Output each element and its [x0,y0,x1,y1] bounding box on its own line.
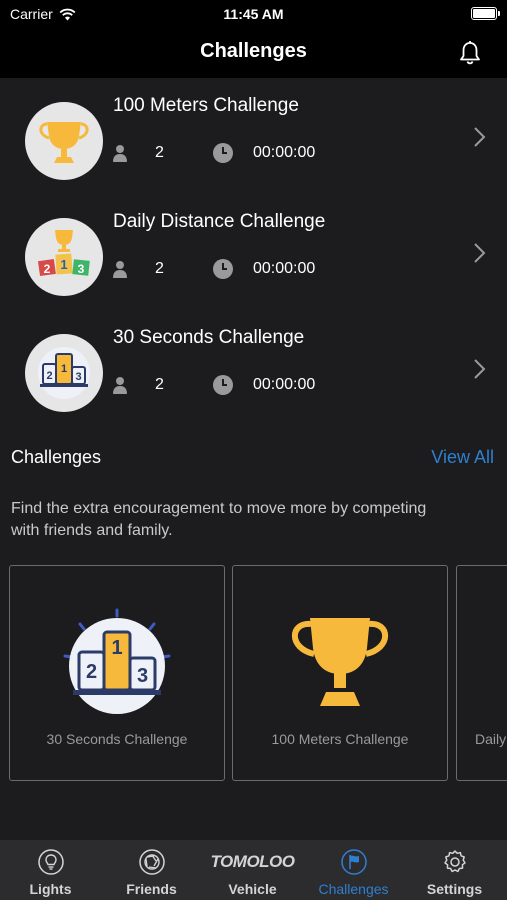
svg-text:3: 3 [75,371,81,383]
tab-bar: Lights Friends TOMOLOO Vehicle Challenge… [0,840,507,900]
challenge-meta: 2 00:00:00 [111,142,371,164]
challenge-time: 00:00:00 [253,376,316,393]
trophy-icon [233,608,447,718]
aperture-icon [138,849,165,875]
participant-count: 2 [155,376,164,393]
podium-blocks-icon: 1 2 3 [25,218,103,296]
svg-text:3: 3 [78,262,85,276]
challenge-meta: 2 00:00:00 [111,258,371,280]
tab-vehicle[interactable]: TOMOLOO Vehicle [202,840,303,900]
tab-label: Challenges [318,881,389,897]
tab-label: Settings [426,881,483,897]
page-title: Challenges [200,40,307,62]
bulb-icon [37,849,64,875]
challenge-meta: 2 00:00:00 [111,374,371,396]
chevron-right-icon [474,359,486,379]
flag-icon [340,849,367,875]
challenge-title: Daily Distance Challenge [113,211,326,232]
view-all-link[interactable]: View All [431,447,494,468]
challenge-row-daily-distance[interactable]: 1 2 3 Daily Distance Challenge 2 00:00:0… [0,194,507,310]
clock-icon [213,143,233,163]
clock-icon [213,375,233,395]
brand-logo: TOMOLOO [210,852,295,871]
svg-text:2: 2 [44,262,51,276]
challenge-row-100-meters[interactable]: 100 Meters Challenge 2 00:00:00 [0,78,507,194]
clock: 11:45 AM [223,6,284,22]
challenge-card-30-seconds[interactable]: 1 2 3 30 Seconds Challenge [9,565,225,781]
card-label: Daily [475,731,507,747]
card-label: 100 Meters Challenge [271,731,409,747]
battery-icon [471,7,500,20]
svg-text:3: 3 [137,665,148,687]
tab-lights[interactable]: Lights [0,840,101,900]
tab-label: Vehicle [228,881,277,897]
user-icon [113,145,127,162]
bell-icon[interactable] [457,40,483,66]
challenge-time: 00:00:00 [253,260,316,277]
section-description: Find the extra encouragement to move mor… [11,500,427,539]
challenge-card-daily[interactable]: Daily [456,565,507,781]
challenge-title: 30 Seconds Challenge [113,327,305,348]
section-heading: Challenges [11,447,102,467]
trophy-icon [25,102,103,180]
tab-label: Lights [29,881,72,897]
svg-text:2: 2 [86,661,97,683]
tab-challenges[interactable]: Challenges [303,840,404,900]
tab-settings[interactable]: Settings [404,840,505,900]
challenge-time: 00:00:00 [253,144,316,161]
podium-icon: 1 2 3 [10,608,224,718]
svg-text:1: 1 [61,363,67,375]
main-content: 100 Meters Challenge 2 00:00:00 1 2 3 Da… [0,78,507,840]
clock-icon [213,259,233,279]
status-bar: Carrier 11:45 AM [0,0,507,28]
user-icon [113,261,127,278]
participant-count: 2 [155,144,164,161]
challenge-row-30-seconds[interactable]: 1 2 3 30 Seconds Challenge 2 00:00:00 [0,310,507,426]
tab-label: Friends [126,881,177,897]
challenge-card-100-meters[interactable]: 100 Meters Challenge [232,565,448,781]
chevron-right-icon [474,243,486,263]
user-icon [113,377,127,394]
gear-icon [443,850,466,873]
svg-text:2: 2 [46,370,52,382]
chevron-right-icon [474,127,486,147]
tab-friends[interactable]: Friends [101,840,202,900]
podium-icon: 1 2 3 [25,334,103,412]
svg-text:1: 1 [111,637,122,659]
svg-text:1: 1 [60,257,67,272]
challenge-title: 100 Meters Challenge [113,95,299,116]
card-label: 30 Seconds Challenge [46,731,188,747]
nav-bar: Challenges [0,28,507,78]
participant-count: 2 [155,260,164,277]
